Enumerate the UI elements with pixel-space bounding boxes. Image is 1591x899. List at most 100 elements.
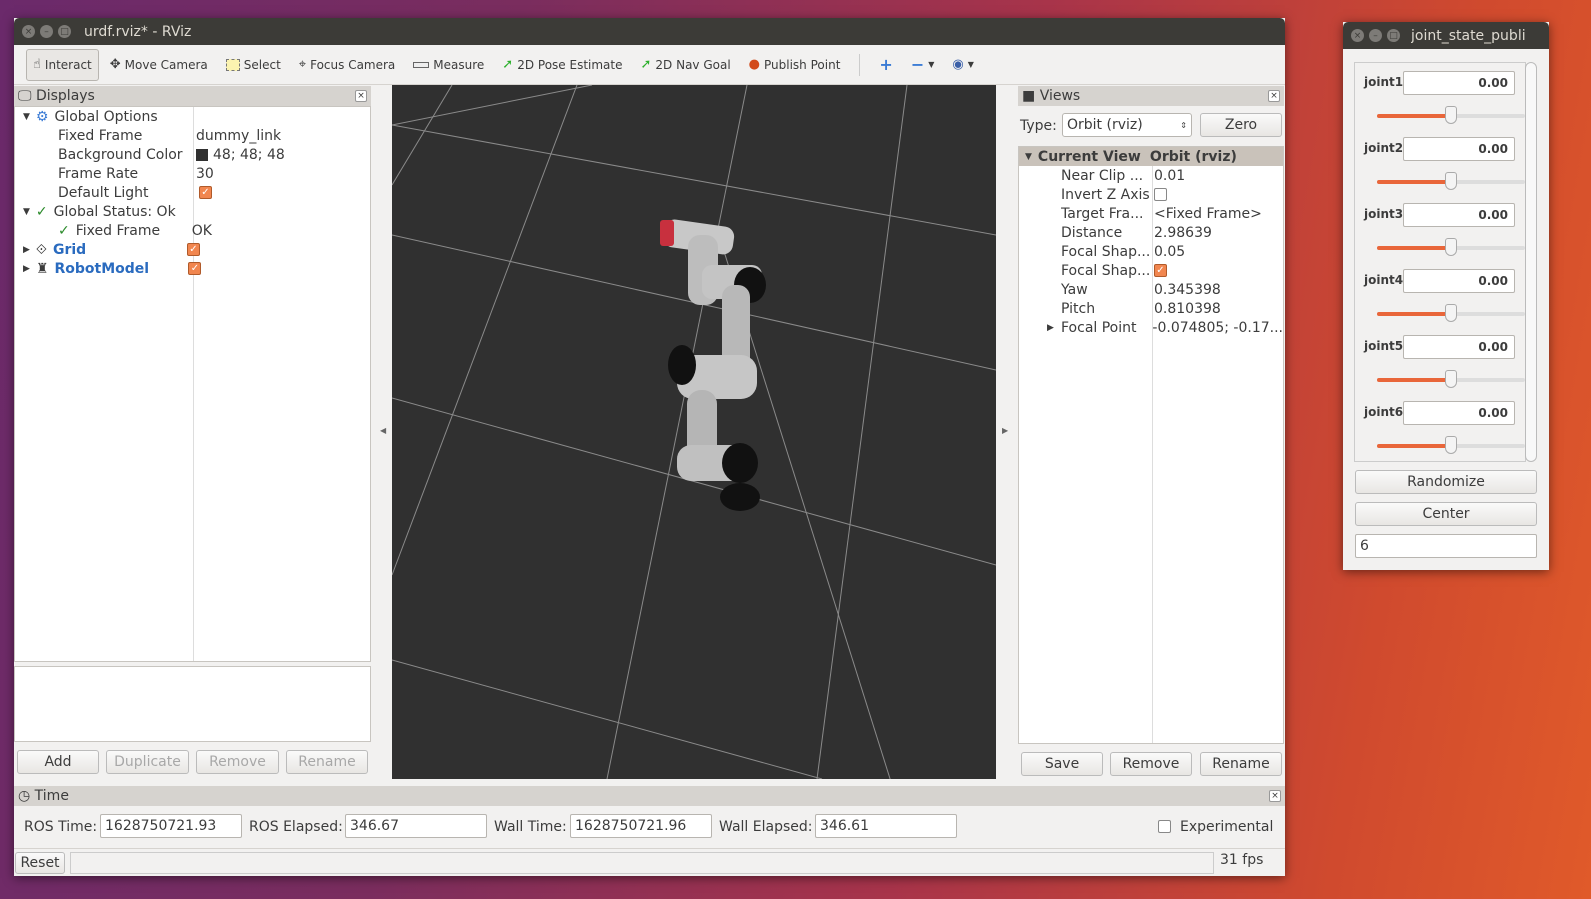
tree-row[interactable]: Invert Z Axis (1019, 185, 1283, 204)
tool-select[interactable]: Select (219, 53, 288, 77)
tree-row-global-options[interactable]: ▼ ⚙ Global Options (15, 107, 370, 126)
tool-publish-point[interactable]: ● Publish Point (742, 53, 848, 77)
joint-value-field[interactable]: 0.00 (1403, 335, 1515, 359)
tree-row-robot-model[interactable]: ▶ ♜ RobotModel ✓ (15, 259, 370, 278)
joint-value-field[interactable]: 0.00 (1403, 203, 1515, 227)
tree-row-background-color[interactable]: Background Color 48; 48; 48 (15, 145, 370, 164)
joint-slider[interactable] (1377, 436, 1525, 454)
tree-row-frame-rate[interactable]: Frame Rate 30 (15, 164, 370, 183)
experimental-checkbox[interactable] (1158, 820, 1171, 833)
tree-value[interactable]: 0.345398 (1154, 282, 1221, 298)
tool-interact[interactable]: ☝ Interact (26, 48, 99, 81)
tree-value[interactable]: 2.98639 (1154, 225, 1212, 241)
tree-value[interactable]: 48; 48; 48 (213, 147, 285, 163)
ros-time-field[interactable]: 1628750721.93 (100, 814, 242, 838)
tree-value[interactable]: dummy_link (196, 128, 281, 144)
color-swatch[interactable] (196, 148, 208, 161)
add-button[interactable]: Add (17, 750, 99, 774)
joint-slider[interactable] (1377, 238, 1525, 256)
minimize-window-button[interactable]: – (1369, 29, 1382, 42)
slider-handle[interactable] (1445, 172, 1457, 190)
tree-value[interactable]: 0.01 (1154, 168, 1185, 184)
joint-value-field[interactable]: 0.00 (1403, 269, 1515, 293)
view-type-select[interactable]: Orbit (rviz) ⇕ (1062, 113, 1192, 137)
add-tool-button[interactable]: + (872, 52, 899, 78)
robot-model-checkbox[interactable]: ✓ (188, 262, 202, 275)
maximize-window-button[interactable]: □ (1387, 29, 1400, 42)
maximize-window-button[interactable]: □ (58, 25, 71, 38)
joint-slider[interactable] (1377, 304, 1525, 322)
tree-row[interactable]: Yaw 0.345398 (1019, 280, 1283, 299)
joint-count-spinbox[interactable]: 6 (1355, 534, 1537, 558)
joint-slider[interactable] (1377, 172, 1525, 190)
scrollbar[interactable] (1525, 62, 1537, 462)
remove-display-button[interactable]: Remove (196, 750, 279, 774)
tree-value[interactable]: 0.05 (1154, 244, 1185, 260)
wall-elapsed-field[interactable]: 346.61 (815, 814, 957, 838)
tool-label: 2D Pose Estimate (517, 57, 623, 72)
minimize-window-button[interactable]: – (40, 25, 53, 38)
slider-handle[interactable] (1445, 370, 1457, 388)
panels-button[interactable]: ◉ ▼ (945, 53, 981, 76)
grid-checkbox[interactable]: ✓ (186, 243, 200, 256)
collapse-left-handle[interactable]: ◀ (380, 426, 386, 435)
joint-value-field[interactable]: 0.00 (1403, 71, 1515, 95)
ros-elapsed-field[interactable]: 346.67 (345, 814, 487, 838)
tree-row-global-status[interactable]: ▼ ✓ Global Status: Ok (15, 202, 370, 221)
focal-shape-checkbox[interactable]: ✓ (1154, 264, 1167, 277)
close-window-button[interactable]: × (1351, 29, 1364, 42)
tree-row[interactable]: Distance 2.98639 (1019, 223, 1283, 242)
tool-2d-pose-estimate[interactable]: ➚ 2D Pose Estimate (495, 53, 629, 77)
slider-handle[interactable] (1445, 304, 1457, 322)
slider-handle[interactable] (1445, 436, 1457, 454)
expand-arrow-icon[interactable]: ▶ (23, 264, 30, 274)
rename-view-button[interactable]: Rename (1200, 752, 1282, 776)
zero-button[interactable]: Zero (1200, 113, 1282, 137)
tree-row-grid[interactable]: ▶ ⟐ Grid ✓ (15, 240, 370, 259)
tool-move-camera[interactable]: ✥ Move Camera (103, 53, 215, 77)
duplicate-button[interactable]: Duplicate (106, 750, 189, 774)
rename-display-button[interactable]: Rename (286, 750, 368, 774)
tree-value[interactable]: <Fixed Frame> (1154, 206, 1262, 222)
tree-value[interactable]: -0.074805; -0.17... (1152, 320, 1283, 336)
3d-render-view[interactable] (392, 85, 996, 779)
tree-row-default-light[interactable]: Default Light ✓ (15, 183, 370, 202)
tree-row-fixed-frame[interactable]: Fixed Frame dummy_link (15, 126, 370, 145)
remove-tool-button[interactable]: − ▼ (904, 52, 942, 78)
joint-value-field[interactable]: 0.00 (1403, 401, 1515, 425)
tree-row[interactable]: ▶ Focal Point -0.074805; -0.17... (1019, 318, 1283, 337)
tree-row[interactable]: Focal Shap... ✓ (1019, 261, 1283, 280)
tree-value[interactable]: 0.810398 (1154, 301, 1221, 317)
tree-row[interactable]: Near Clip ... 0.01 (1019, 166, 1283, 185)
slider-handle[interactable] (1445, 238, 1457, 256)
tool-focus-camera[interactable]: ⌖ Focus Camera (292, 53, 403, 77)
joint-slider[interactable] (1377, 370, 1525, 388)
tree-row-current-view[interactable]: ▼ Current View Orbit (rviz) (1019, 147, 1283, 166)
collapse-right-handle[interactable]: ▶ (1002, 426, 1008, 435)
reset-button[interactable]: Reset (15, 852, 65, 874)
tree-row[interactable]: Target Fra... <Fixed Frame> (1019, 204, 1283, 223)
close-icon[interactable]: × (1268, 90, 1280, 102)
slider-handle[interactable] (1445, 106, 1457, 124)
randomize-button[interactable]: Randomize (1355, 470, 1537, 494)
tree-value[interactable]: 30 (196, 166, 214, 182)
save-view-button[interactable]: Save (1021, 752, 1103, 776)
wall-time-field[interactable]: 1628750721.96 (570, 814, 712, 838)
close-window-button[interactable]: × (22, 25, 35, 38)
tree-row[interactable]: Focal Shap... 0.05 (1019, 242, 1283, 261)
remove-view-button[interactable]: Remove (1110, 752, 1192, 776)
invert-z-checkbox[interactable] (1154, 188, 1167, 201)
close-icon[interactable]: × (1269, 790, 1281, 802)
expand-arrow-icon[interactable]: ▶ (23, 245, 30, 255)
tool-2d-nav-goal[interactable]: ➚ 2D Nav Goal (634, 53, 738, 77)
joint-slider[interactable] (1377, 106, 1525, 124)
center-button[interactable]: Center (1355, 502, 1537, 526)
default-light-checkbox[interactable]: ✓ (199, 186, 212, 199)
tree-row[interactable]: Pitch 0.810398 (1019, 299, 1283, 318)
tool-measure[interactable]: Measure (406, 53, 491, 77)
expand-arrow-icon[interactable]: ▶ (1047, 323, 1054, 333)
joint-value-field[interactable]: 0.00 (1403, 137, 1515, 161)
close-icon[interactable]: × (355, 90, 367, 102)
tree-row-status-fixed-frame[interactable]: ✓ Fixed Frame OK (15, 221, 370, 240)
tree-label: Yaw (1061, 281, 1088, 298)
